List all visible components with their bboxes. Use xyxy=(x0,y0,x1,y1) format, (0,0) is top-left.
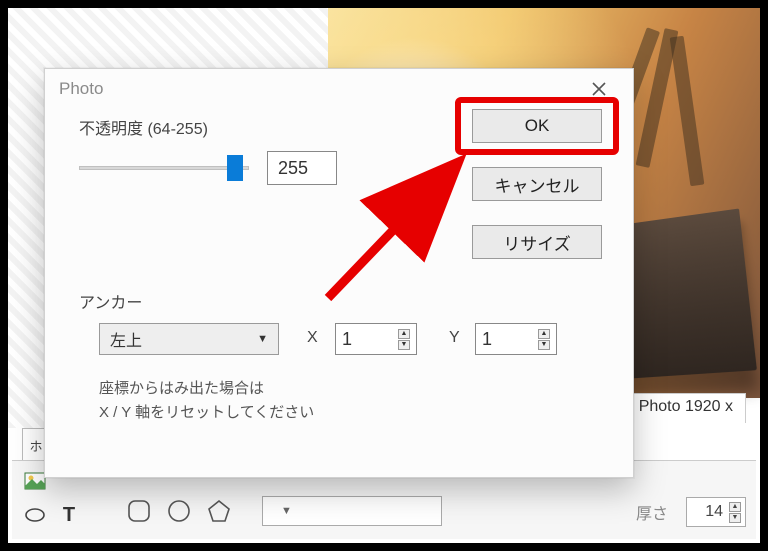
photo-dialog: Photo 不透明度 (64-255) 255 OK キャンセル リサイズ アン… xyxy=(44,68,634,478)
ok-button[interactable]: OK xyxy=(472,109,602,143)
anchor-select[interactable]: 左上 ▼ xyxy=(99,323,279,355)
y-stepper[interactable]: 1 ▲▼ xyxy=(475,323,557,355)
x-value: 1 xyxy=(342,329,352,350)
slider-thumb[interactable] xyxy=(227,155,243,181)
ellipse-select-icon[interactable] xyxy=(21,502,49,528)
y-value: 1 xyxy=(482,329,492,350)
circle-icon[interactable] xyxy=(165,498,193,524)
y-up-icon[interactable]: ▲ xyxy=(538,329,550,339)
note-line-1: 座標からはみ出た場合は xyxy=(99,377,314,401)
x-down-icon[interactable]: ▼ xyxy=(398,340,410,350)
resize-button[interactable]: リサイズ xyxy=(472,225,602,259)
thickness-label: 厚さ xyxy=(636,500,668,524)
cancel-button[interactable]: キャンセル xyxy=(472,167,602,201)
thickness-stepper[interactable]: 14 ▲▼ xyxy=(686,497,746,527)
thickness-value: 14 xyxy=(705,503,723,521)
anchor-label: アンカー xyxy=(79,289,142,313)
text-tool-icon[interactable]: T xyxy=(55,502,83,528)
pentagon-icon[interactable] xyxy=(205,498,233,524)
x-stepper[interactable]: 1 ▲▼ xyxy=(335,323,417,355)
rounded-rect-icon[interactable] xyxy=(125,498,153,524)
image-dimensions-label: Photo 1920 x xyxy=(626,393,746,423)
shape-style-select[interactable]: ▼ xyxy=(262,496,442,526)
opacity-slider[interactable] xyxy=(79,153,249,183)
chevron-down-icon: ▼ xyxy=(281,505,292,517)
thickness-down-icon[interactable]: ▼ xyxy=(729,513,741,523)
x-up-icon[interactable]: ▲ xyxy=(398,329,410,339)
thickness-up-icon[interactable]: ▲ xyxy=(729,502,741,512)
chevron-down-icon: ▼ xyxy=(257,333,268,345)
opacity-input[interactable]: 255 xyxy=(267,151,337,185)
y-label: Y xyxy=(449,329,460,347)
note-line-2: X / Y 軸をリセットしてください xyxy=(99,401,314,425)
anchor-value: 左上 xyxy=(110,327,142,351)
dialog-title: Photo xyxy=(59,79,103,99)
y-down-icon[interactable]: ▼ xyxy=(538,340,550,350)
opacity-value: 255 xyxy=(278,158,308,179)
x-label: X xyxy=(307,329,318,347)
opacity-label: 不透明度 (64-255) xyxy=(79,115,208,139)
